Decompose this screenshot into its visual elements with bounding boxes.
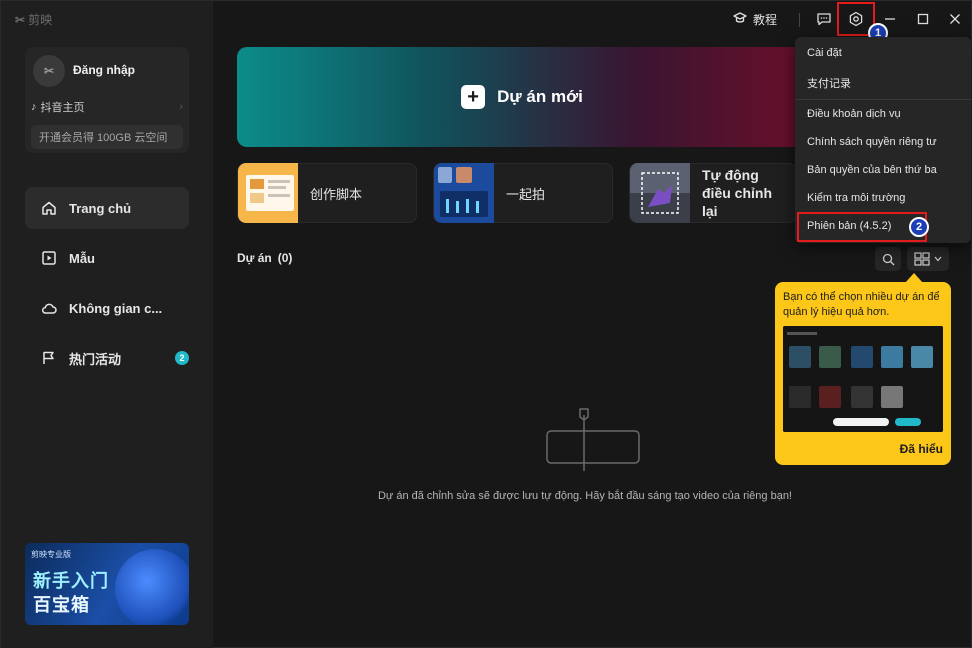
menu-item-privacy-policy[interactable]: Chính sách quyền riêng tư (807, 136, 937, 148)
beginner-promo-banner[interactable]: 剪映专业版 新手入门 百宝箱 (25, 543, 189, 625)
menu-divider (795, 99, 971, 100)
quick-action-label: 一起拍 (506, 186, 546, 202)
maximize-button[interactable] (911, 7, 935, 31)
auto-reframe-thumbnail (630, 163, 690, 223)
projects-title: Dự án (237, 251, 272, 265)
version-highlight-box (797, 212, 927, 242)
script-thumbnail (238, 163, 298, 223)
quick-action-label: 创作脚本 (310, 186, 363, 202)
vip-upgrade-button[interactable]: 开通会员得 100GB 云空间 (31, 125, 183, 149)
home-icon (41, 200, 57, 216)
plus-icon: + (461, 85, 486, 109)
douyin-label: 抖音主页 (40, 102, 85, 114)
new-project-button[interactable]: + Dự án mới (237, 47, 807, 147)
feedback-button[interactable] (812, 7, 836, 31)
cloud-icon (41, 300, 57, 316)
app-window: ✂ 剪映 ✂ Đăng nhập ♪ 抖音主页 › 开通会员得 100GB 云空… (0, 0, 972, 648)
menu-item-environment-check[interactable]: Kiểm tra môi trường (807, 192, 905, 204)
notification-badge: 2 (175, 351, 189, 365)
menu-item-terms-of-service[interactable]: Điều khoản dịch vụ (807, 108, 901, 120)
tooltip-got-it-button[interactable]: Đã hiểu (900, 442, 943, 456)
feedback-icon (817, 13, 831, 26)
sidebar-item-label: Trang chủ (69, 200, 132, 216)
promo-title-line1: 新手入门 (33, 571, 109, 591)
promo-brand: 剪映专业版 (31, 550, 71, 559)
account-card: ✂ Đăng nhập ♪ 抖音主页 › 开通会员得 100GB 云空间 (25, 47, 189, 153)
step-badge-2: 2 (909, 217, 929, 237)
grid-view-icon (914, 252, 930, 266)
quick-action-script[interactable]: 创作脚本 (237, 163, 417, 223)
tutorial-button[interactable]: 教程 (733, 11, 777, 28)
capcut-logo-icon: ✂ (15, 12, 25, 27)
minimize-button[interactable] (878, 7, 902, 31)
projects-count: (0) (277, 251, 293, 265)
sidebar-nav: Trang chủ Mẫu Không gian c... 热门活动 2 (25, 187, 189, 387)
tooltip-text: Bạn có thể chọn nhiều dự án để quản lý h… (783, 291, 940, 318)
sidebar: ✂ 剪映 ✂ Đăng nhập ♪ 抖音主页 › 开通会员得 100GB 云空… (1, 1, 213, 648)
sidebar-item-cloud-space[interactable]: Không gian c... (25, 287, 189, 329)
sidebar-item-label: Không gian c... (69, 300, 163, 316)
view-mode-dropdown[interactable] (907, 247, 949, 271)
quick-action-label: Tự động điều chỉnh lại (702, 167, 772, 219)
sidebar-item-home[interactable]: Trang chủ (25, 187, 189, 229)
titlebar-divider (799, 13, 800, 27)
empty-projects-message: Dự án đã chỉnh sửa sẽ được lưu tự động. … (377, 490, 792, 502)
chevron-right-icon: › (179, 101, 183, 113)
maximize-icon (917, 13, 929, 25)
promo-decoration (115, 549, 189, 625)
new-project-label: Dự án mới (497, 87, 583, 106)
close-icon (950, 14, 960, 24)
menu-item-third-party-licenses[interactable]: Bản quyền của bên thứ ba (807, 164, 937, 176)
multi-select-tooltip: Bạn có thể chọn nhiều dự án để quản lý h… (775, 282, 951, 465)
douyin-icon: ♪ (31, 101, 37, 113)
sidebar-item-label: 热门活动 (69, 351, 122, 367)
project-search-button[interactable] (875, 247, 901, 271)
avatar[interactable]: ✂ (33, 55, 65, 87)
sidebar-item-templates[interactable]: Mẫu (25, 237, 189, 279)
projects-heading: Dự án (0) (237, 251, 292, 265)
quick-action-auto-reframe[interactable]: Tự động điều chỉnh lại (629, 163, 797, 223)
menu-item-settings[interactable]: Cài đặt (807, 47, 842, 59)
quick-action-shoot-together[interactable]: 一起拍 (433, 163, 613, 223)
sidebar-item-label: Mẫu (69, 250, 95, 266)
tooltip-preview-image (783, 326, 943, 432)
close-button[interactable] (943, 7, 967, 31)
sidebar-item-hot-events[interactable]: 热门活动 2 (25, 337, 189, 379)
tutorial-label: 教程 (753, 13, 778, 27)
promo-title-line2: 百宝箱 (33, 595, 90, 615)
menu-item-payment-history[interactable]: 支付记录 (807, 75, 851, 91)
douyin-homepage-link[interactable]: ♪ 抖音主页 › (31, 99, 183, 115)
app-logo-text: 剪映 (28, 13, 53, 27)
empty-projects-illustration (545, 407, 641, 478)
login-link[interactable]: Đăng nhập (73, 63, 135, 77)
template-icon (41, 250, 57, 266)
app-logo: ✂ 剪映 (15, 11, 52, 28)
shoot-together-thumbnail (434, 163, 494, 223)
minimize-icon (885, 18, 895, 20)
chevron-down-icon (934, 256, 942, 262)
search-icon (882, 253, 894, 265)
graduation-cap-icon (733, 11, 747, 28)
flag-icon (41, 350, 57, 366)
